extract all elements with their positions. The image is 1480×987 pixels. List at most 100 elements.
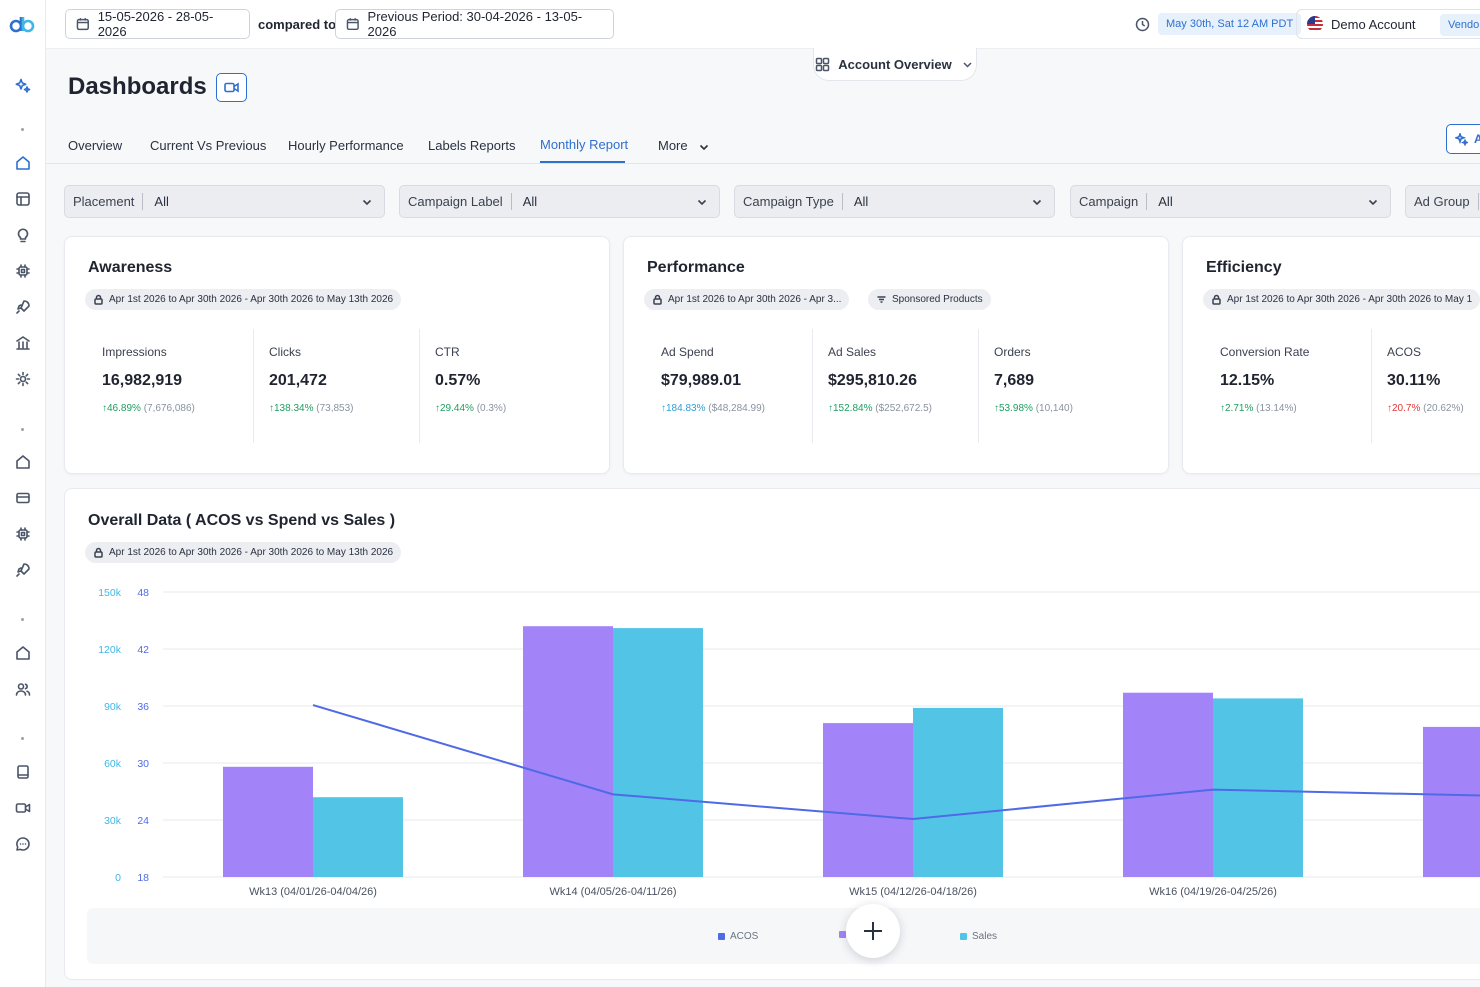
performance-card: Performance Apr 1st 2026 to Apr 30th 202… bbox=[623, 236, 1169, 474]
right-axis-tick-label: 30 bbox=[137, 758, 149, 770]
filter-campaign-label[interactable]: Campaign Label All bbox=[399, 185, 720, 218]
metric-change-percent: 29.44% bbox=[440, 403, 474, 414]
left-axis-tick-label: 60k bbox=[104, 758, 122, 770]
date-range-pill-text: Apr 1st 2026 to Apr 30th 2026 - Apr 30th… bbox=[1227, 294, 1473, 305]
metric-change: ↑20.7% (20.62%) bbox=[1387, 403, 1464, 414]
chevron-down-icon bbox=[1367, 196, 1379, 208]
sidebar bbox=[0, 0, 46, 987]
metric-change-percent: 138.34% bbox=[274, 403, 314, 414]
chart-bar bbox=[523, 626, 613, 877]
metric-change: ↑184.83% ($48,284.99) bbox=[661, 403, 765, 414]
chart-legend: ACOS Sales bbox=[87, 908, 1480, 964]
metric-orders: Orders 7,689 ↑53.98% (10,140) bbox=[978, 329, 1144, 443]
filter-placement[interactable]: Placement All bbox=[64, 185, 385, 218]
sidebar-divider bbox=[21, 428, 24, 431]
ad-type-filter-pill[interactable]: Sponsored Products bbox=[868, 289, 991, 310]
tab-overview[interactable]: Overview bbox=[68, 138, 122, 153]
metric-label: Impressions bbox=[102, 345, 167, 359]
metric-value: 30.11% bbox=[1387, 372, 1441, 389]
add-widget-button[interactable] bbox=[846, 904, 900, 958]
right-axis-tick-label: 48 bbox=[137, 587, 149, 599]
metric-label: Ad Sales bbox=[828, 345, 877, 359]
rocket-icon[interactable] bbox=[14, 561, 32, 579]
date-range-pill-text: Apr 1st 2026 to Apr 30th 2026 - Apr 30th… bbox=[109, 294, 394, 305]
video-tutorial-button[interactable] bbox=[216, 73, 247, 102]
chat-icon[interactable] bbox=[14, 835, 32, 853]
bank-icon[interactable] bbox=[14, 334, 32, 352]
page-title: Dashboards bbox=[68, 73, 207, 100]
metric-change: ↑29.44% (0.3%) bbox=[435, 403, 506, 414]
filter-campaign-type[interactable]: Campaign Type All bbox=[734, 185, 1055, 218]
settings-icon[interactable] bbox=[14, 370, 32, 388]
account-overview-label: Account Overview bbox=[838, 56, 952, 72]
filter-campaign[interactable]: Campaign All bbox=[1070, 185, 1391, 218]
legend-item-sales[interactable]: Sales bbox=[960, 931, 997, 942]
date-range-pill[interactable]: Apr 1st 2026 to Apr 30th 2026 - Apr 3... bbox=[644, 289, 850, 310]
card-icon[interactable] bbox=[14, 489, 32, 507]
lightbulb-icon[interactable] bbox=[14, 226, 32, 244]
chip-icon[interactable] bbox=[14, 262, 32, 280]
account-name: Demo Account bbox=[1331, 16, 1416, 32]
metric-label: Conversion Rate bbox=[1220, 345, 1310, 359]
metric-ad-spend: Ad Spend $79,989.01 ↑184.83% ($48,284.99… bbox=[646, 329, 812, 443]
lock-icon bbox=[94, 294, 103, 305]
account-type-badge: Vendor bbox=[1440, 14, 1480, 36]
filter-value: All bbox=[1158, 194, 1173, 209]
acos-spend-sales-chart: 150k 48 120k 42 90k 36 60k 30 30k 24 0 18 Wk13 (04/0… bbox=[98, 587, 1480, 898]
tab-labels-reports[interactable]: Labels Reports bbox=[428, 138, 515, 153]
chart-bar bbox=[1123, 692, 1213, 877]
ai-assistant-button[interactable]: A bbox=[1446, 124, 1480, 154]
chevron-down-icon bbox=[696, 196, 708, 208]
users-icon[interactable] bbox=[14, 680, 32, 698]
tab-hourly-performance[interactable]: Hourly Performance bbox=[288, 138, 404, 153]
ai-button-label: A bbox=[1474, 132, 1480, 146]
top-bar: 15-05-2026 - 28-05-2026 compared to Prev… bbox=[46, 0, 1480, 49]
metric-label: Orders bbox=[994, 345, 1031, 359]
metric-previous-value: ($252,672.5) bbox=[875, 403, 932, 414]
left-axis-tick-label: 150k bbox=[98, 587, 122, 599]
compared-to-label: compared to bbox=[258, 17, 337, 32]
video-icon[interactable] bbox=[14, 799, 32, 817]
metric-value: $295,810.26 bbox=[828, 372, 917, 389]
metric-change: ↑152.84% ($252,672.5) bbox=[828, 403, 932, 414]
left-axis-tick-label: 120k bbox=[98, 644, 122, 656]
layout-icon[interactable] bbox=[14, 190, 32, 208]
tab-more[interactable]: More bbox=[658, 138, 688, 153]
video-icon bbox=[224, 82, 239, 93]
chart-bar bbox=[613, 628, 703, 877]
metric-change-percent: 2.71% bbox=[1225, 403, 1254, 414]
metric-previous-value: (10,140) bbox=[1035, 403, 1073, 414]
metric-change: ↑2.71% (13.14%) bbox=[1220, 403, 1297, 414]
x-axis-category-label: Wk14 (04/05/26-04/11/26) bbox=[550, 886, 677, 898]
left-axis-tick-label: 30k bbox=[104, 815, 122, 827]
chip-icon[interactable] bbox=[14, 525, 32, 543]
app-logo[interactable] bbox=[9, 14, 37, 34]
metric-value: 16,982,919 bbox=[102, 372, 183, 389]
rocket-icon[interactable] bbox=[14, 298, 32, 316]
tab-monthly-report[interactable]: Monthly Report bbox=[540, 137, 628, 152]
store-icon[interactable] bbox=[14, 453, 32, 471]
plus-icon bbox=[864, 922, 882, 940]
date-range-picker[interactable]: 15-05-2026 - 28-05-2026 bbox=[65, 9, 250, 39]
legend-item-acos[interactable]: ACOS bbox=[718, 931, 758, 942]
date-range-pill[interactable]: Apr 1st 2026 to Apr 30th 2026 - Apr 30th… bbox=[1203, 289, 1480, 310]
sparkle-icon[interactable] bbox=[14, 77, 32, 95]
chevron-down-icon bbox=[963, 61, 972, 68]
metric-label: Ad Spend bbox=[661, 345, 714, 359]
metric-value: $79,989.01 bbox=[661, 372, 742, 389]
lock-icon bbox=[1212, 294, 1221, 305]
book-icon[interactable] bbox=[14, 763, 32, 781]
tab-current-vs-previous[interactable]: Current Vs Previous bbox=[150, 138, 266, 153]
chevron-down-icon bbox=[361, 196, 373, 208]
metric-change: ↑138.34% (73,853) bbox=[269, 403, 354, 414]
account-overview-dropdown[interactable]: Account Overview bbox=[813, 48, 977, 81]
sidebar-divider bbox=[21, 128, 24, 131]
home-icon[interactable] bbox=[14, 644, 32, 662]
home-icon[interactable] bbox=[14, 154, 32, 172]
ad-type-filter-text: Sponsored Products bbox=[892, 294, 983, 305]
date-range-pill[interactable]: Apr 1st 2026 to Apr 30th 2026 - Apr 30th… bbox=[85, 289, 402, 310]
date-range-text: 15-05-2026 - 28-05-2026 bbox=[97, 9, 214, 39]
metric-change-percent: 46.89% bbox=[107, 403, 141, 414]
previous-period-picker[interactable]: Previous Period: 30-04-2026 - 13-05-2026 bbox=[335, 9, 614, 39]
filter-ad-group[interactable]: Ad Group bbox=[1405, 185, 1480, 218]
